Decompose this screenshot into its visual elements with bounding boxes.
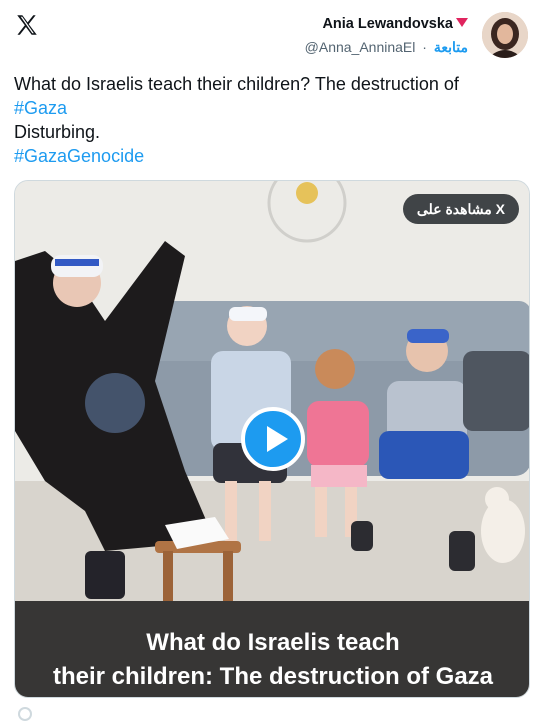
avatar-image	[482, 12, 528, 58]
play-button[interactable]	[241, 407, 305, 471]
handle-row: @Anna_AnninaEl · متابعة	[305, 37, 468, 57]
follow-button[interactable]: متابعة	[434, 39, 468, 55]
x-logo-icon[interactable]	[14, 12, 40, 38]
author-handle[interactable]: @Anna_AnninaEl	[305, 39, 416, 55]
watch-on-x-label[interactable]: مشاهدة على X	[417, 201, 505, 217]
tweet-line-2: Disturbing.	[14, 122, 101, 142]
hashtag-gazagenocide[interactable]: #GazaGenocide	[14, 144, 530, 168]
watch-on-x-button[interactable]: مشاهدة على X	[402, 194, 519, 224]
author-name-row[interactable]: Ania Lewandovska	[305, 14, 468, 34]
caption-line-2: their children: The destruction of Gaza	[52, 663, 494, 690]
author-name[interactable]: Ania Lewandovska	[322, 16, 453, 32]
reply-icon[interactable]	[18, 707, 32, 721]
hashtag-gaza[interactable]: #Gaza	[14, 96, 530, 120]
video-player[interactable]: مشاهدة على X What do Israelis teach thei…	[14, 180, 530, 698]
play-icon	[267, 426, 288, 452]
video-caption: What do Israelis teach their children: T…	[15, 601, 529, 697]
author-block: Ania Lewandovska @Anna_AnninaEl · متابعة	[305, 14, 468, 57]
caption-line-1: What do Israelis teach	[146, 629, 400, 656]
verified-badge-icon	[456, 18, 468, 27]
separator-dot: ·	[422, 39, 427, 55]
tweet-line-1: What do Israelis teach their children? T…	[14, 74, 459, 94]
avatar[interactable]	[482, 12, 528, 58]
tweet-text: What do Israelis teach their children? T…	[14, 72, 530, 168]
